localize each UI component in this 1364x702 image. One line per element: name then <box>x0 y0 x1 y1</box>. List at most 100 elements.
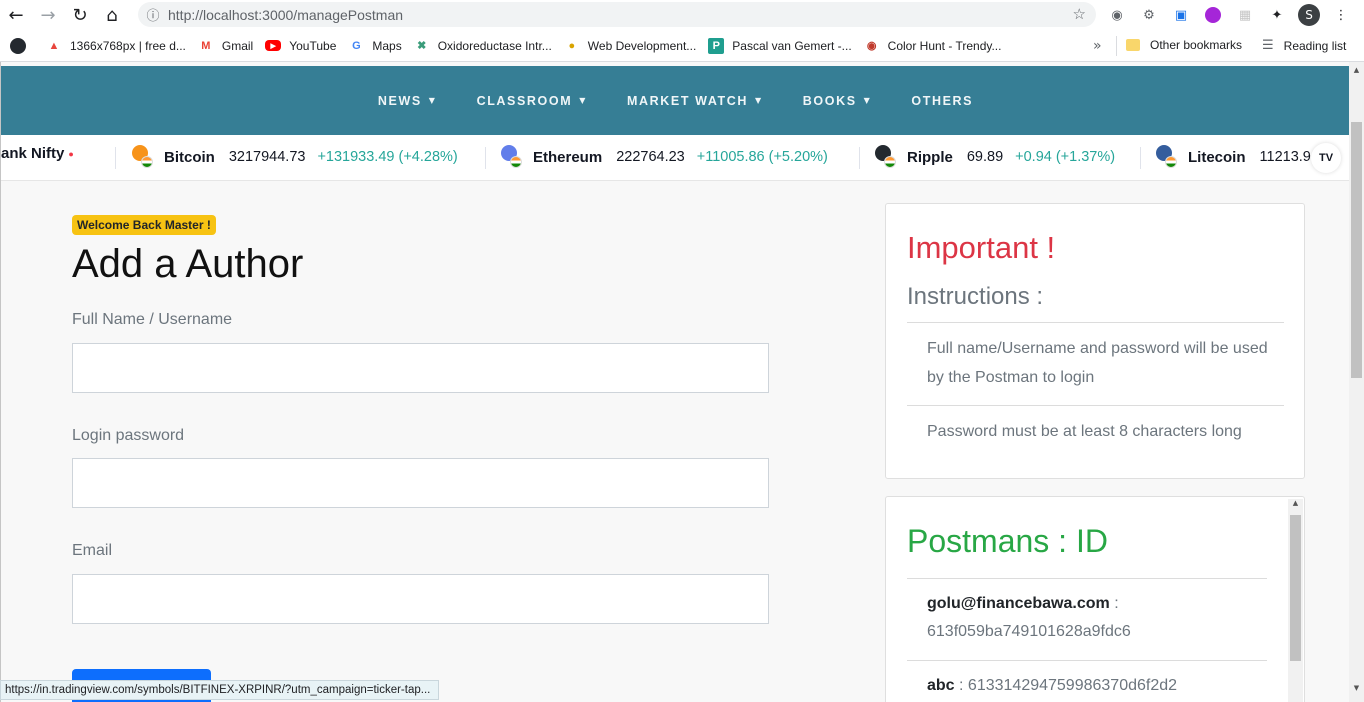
profile-avatar[interactable]: S <box>1298 4 1320 26</box>
page-viewport: NEWS ▼ CLASSROOM ▼ MARKET WATCH ▼ BOOKS ▼ OT… <box>0 62 1349 702</box>
ticker-item-ripple[interactable]: Ripple 69.89 +0.94 (+1.37%) <box>875 145 1115 169</box>
important-card: Important ! Instructions : Full name/Use… <box>885 203 1305 479</box>
bookmarks-divider <box>1116 36 1117 56</box>
postmans-scrollbar[interactable]: ▲ <box>1288 499 1303 702</box>
nav-news[interactable]: NEWS ▼ <box>378 94 437 108</box>
extension-mask-icon[interactable]: ◉ <box>1106 4 1128 26</box>
ticker-divider <box>485 147 486 169</box>
more-bookmarks-icon[interactable]: » <box>1093 38 1102 54</box>
bookmark-item[interactable]: ◉ Color Hunt - Trendy... <box>864 38 1002 54</box>
ticker-price: 3217944.73 <box>228 149 306 165</box>
extension-bug-icon[interactable]: ⚙ <box>1138 4 1160 26</box>
divider <box>907 322 1284 323</box>
ticker-name: Bitcoin <box>164 148 215 166</box>
bookmark-label: Pascal van Gemert -... <box>732 38 852 53</box>
main-navbar: NEWS ▼ CLASSROOM ▼ MARKET WATCH ▼ BOOKS ▼ OT… <box>1 66 1349 135</box>
menu-kebab-icon[interactable]: ⋮ <box>1330 4 1352 26</box>
reading-list-icon: ☰ <box>1262 38 1274 53</box>
flame-icon: ▲ <box>48 39 60 52</box>
divider <box>907 578 1267 579</box>
name-label: Full Name / Username <box>72 311 233 328</box>
caret-down-icon: ▼ <box>428 96 437 105</box>
caret-down-icon: ▼ <box>579 96 587 105</box>
ticker-change: +0.94 (+1.37%) <box>1015 149 1116 165</box>
bookmark-item[interactable]: ● Web Development... <box>564 38 697 54</box>
extension-color-icon[interactable] <box>1202 4 1224 26</box>
bookmark-item[interactable]: P Pascal van Gemert -... <box>708 37 852 54</box>
password-input[interactable] <box>72 458 769 508</box>
scroll-thumb[interactable] <box>1351 122 1362 378</box>
bookmark-item[interactable]: G Maps <box>348 38 402 54</box>
name-input[interactable] <box>72 343 769 393</box>
color-hunt-icon: ◉ <box>866 40 877 52</box>
scroll-up-icon[interactable]: ▲ <box>1349 66 1364 74</box>
page-title: Add a Author <box>72 242 304 286</box>
nav-label: NEWS <box>377 93 422 108</box>
bookmark-label: Color Hunt - Trendy... <box>887 38 1002 53</box>
extension-grid-icon[interactable]: ▦ <box>1234 4 1256 26</box>
postman-id: 613314294759986370d6f2d2 <box>967 677 1178 694</box>
tradingview-logo-icon[interactable]: TV <box>1311 143 1341 173</box>
bookmarks-bar: ▲ 1366x768px | free d... M Gmail ▶ YouTube … <box>0 30 1364 62</box>
address-bar[interactable]: ⓘ http://localhost:3000/managePostman ☆ <box>138 2 1096 27</box>
folder-icon <box>1126 39 1140 51</box>
nav-market-watch[interactable]: MARKET WATCH ▼ <box>627 94 763 108</box>
bookmark-item[interactable]: M Gmail <box>198 38 253 54</box>
url-text[interactable]: http://localhost:3000/managePostman <box>168 7 403 23</box>
bookmark-item[interactable]: ▲ 1366x768px | free d... <box>46 38 186 54</box>
page-scrollbar[interactable]: ▲ ▼ <box>1349 62 1364 702</box>
nav-others[interactable]: OTHERS <box>911 94 973 108</box>
other-bookmarks[interactable]: Other bookmarks <box>1126 38 1242 52</box>
ticker-item-bitcoin[interactable]: Bitcoin 3217944.73 +131933.49 (+4.28%) <box>132 145 458 169</box>
reading-list[interactable]: ☰ Reading list <box>1262 38 1346 53</box>
live-dot-icon: ● <box>68 148 74 159</box>
instruction-item: Password must be at least 8 characters l… <box>927 423 1242 440</box>
bookmark-label: Gmail <box>221 38 254 53</box>
browser-toolbar: ← → ↻ ⌂ ⓘ http://localhost:3000/managePo… <box>0 0 1364 30</box>
bookmark-label: Oxidoreductase Intr... <box>437 38 552 53</box>
bookmark-label: YouTube <box>289 38 337 53</box>
site-info-icon[interactable]: ⓘ <box>138 5 168 24</box>
other-bookmarks-label: Other bookmarks <box>1150 38 1243 52</box>
extension-screen-icon[interactable]: ▣ <box>1170 4 1192 26</box>
link-status-bar: https://in.tradingview.com/symbols/BITFI… <box>0 680 440 700</box>
ticker-item-litecoin[interactable]: Litecoin 11213.9 + <box>1156 145 1331 169</box>
reload-icon[interactable]: ↻ <box>64 0 96 30</box>
postman-separator: : <box>1109 595 1119 612</box>
github-bookmark[interactable] <box>10 37 34 54</box>
postman-email: abc <box>927 677 955 694</box>
nav-label: OTHERS <box>911 93 974 108</box>
ticker-item-ethereum[interactable]: Ethereum 222764.23 +11005.86 (+5.20%) <box>501 145 828 169</box>
extensions-area: ◉ ⚙ ▣ ▦ ✦ S ⋮ <box>1106 4 1352 26</box>
ticker-item-nifty[interactable]: ank Nifty ● <box>1 145 74 162</box>
extensions-puzzle-icon[interactable]: ✦ <box>1266 4 1288 26</box>
bookmark-item[interactable]: ✖ Oxidoreductase Intr... <box>414 38 552 54</box>
bookmark-star-icon[interactable]: ☆ <box>1073 5 1086 23</box>
postman-item: abc : 613314294759986370d6f2d2 <box>927 672 1257 700</box>
scroll-up-icon[interactable]: ▲ <box>1288 499 1303 507</box>
welcome-badge: Welcome Back Master ! <box>72 215 216 235</box>
caret-down-icon: ▼ <box>755 96 763 105</box>
nav-label: BOOKS <box>802 93 857 108</box>
postmans-card: Postmans : ID golu@financebawa.com : 613… <box>885 496 1305 702</box>
ticker-price: 69.89 <box>966 149 1004 165</box>
caret-down-icon: ▼ <box>863 96 872 105</box>
email-input[interactable] <box>72 574 769 624</box>
ticker-price: 222764.23 <box>616 149 685 165</box>
nav-classroom[interactable]: CLASSROOM ▼ <box>477 94 587 108</box>
important-title: Important ! <box>907 230 1056 265</box>
google-icon: G <box>352 39 361 52</box>
postman-email: golu@financebawa.com <box>927 595 1110 612</box>
home-icon[interactable]: ⌂ <box>96 0 128 30</box>
back-icon[interactable]: ← <box>0 0 32 30</box>
nav-books[interactable]: BOOKS ▼ <box>803 94 872 108</box>
bookmark-label: Web Development... <box>587 38 697 53</box>
bookmark-item[interactable]: ▶ YouTube <box>265 39 336 53</box>
ticker-name: Ethereum <box>533 148 603 166</box>
postmans-title: Postmans : ID <box>907 523 1108 559</box>
scroll-down-icon[interactable]: ▼ <box>1349 684 1364 692</box>
bitcoin-icon <box>132 145 156 169</box>
github-icon <box>10 37 26 54</box>
forward-icon[interactable]: → <box>32 0 64 30</box>
scroll-thumb[interactable] <box>1290 515 1301 661</box>
